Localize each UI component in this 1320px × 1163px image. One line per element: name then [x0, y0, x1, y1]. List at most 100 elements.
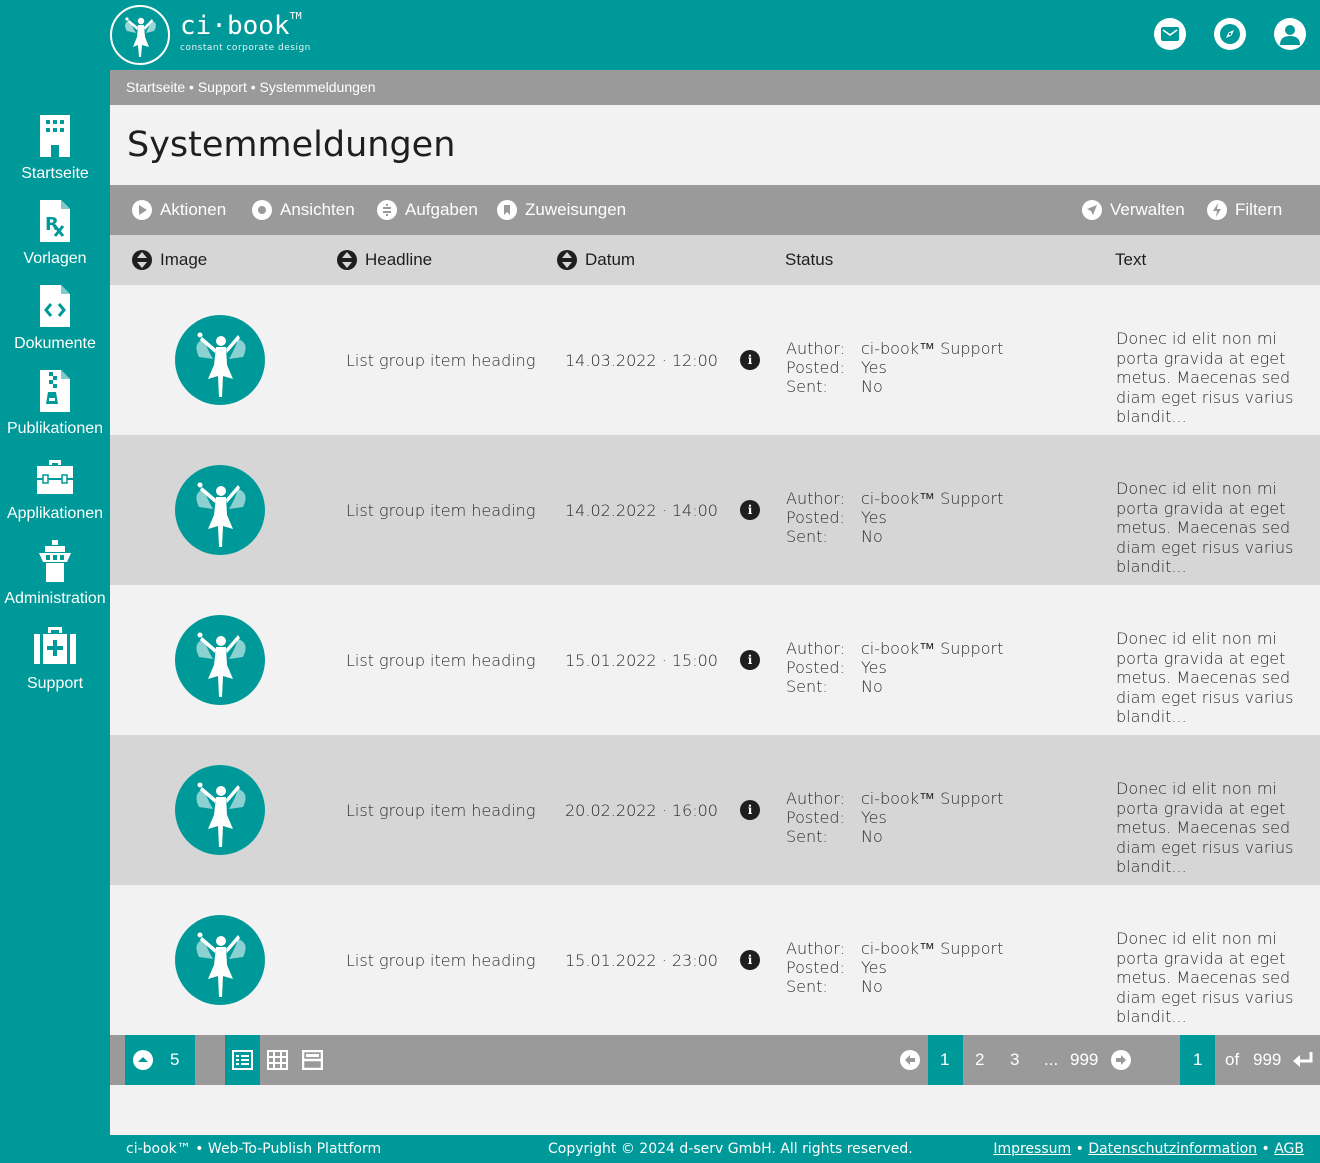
filter-menu-button[interactable]: Filtern [1207, 185, 1282, 235]
fairy-avatar-icon [175, 315, 265, 405]
table-row[interactable]: List group item heading 14.02.2022 · 14:… [110, 435, 1320, 585]
info-icon[interactable]: i [740, 350, 760, 370]
sent-label: Sent: [786, 977, 828, 996]
column-label: Status [785, 250, 834, 269]
page-jump-value: 1 [1193, 1050, 1203, 1069]
top-bar: ci·bookTM constant corporate design [0, 0, 1320, 70]
row-date: 15.01.2022 · 15:00 [565, 650, 718, 670]
datenschutz-link[interactable]: Datenschutzinformation [1088, 1141, 1257, 1157]
brand-logo[interactable]: ci·bookTM constant corporate design [110, 5, 320, 65]
sidebar-nav: Startseite R Vorlagen Dokumente Publikat… [0, 70, 110, 1163]
assignments-menu-button[interactable]: Zuweisungen [497, 185, 626, 235]
code-file-icon [40, 285, 70, 327]
info-icon[interactable]: i [740, 500, 760, 520]
sent-label: Sent: [786, 827, 828, 846]
author-label: Author: [786, 939, 845, 958]
sidebar-item-support[interactable]: Support [0, 625, 110, 710]
sidebar-item-applikationen[interactable]: Applikationen [0, 455, 110, 540]
row-status: Author: ci-book™ Support Posted: Yes Sent:… [786, 489, 1036, 546]
tasks-menu-button[interactable]: Aufgaben [377, 185, 478, 235]
row-headline: List group item heading [346, 950, 536, 970]
previous-page-icon[interactable] [900, 1050, 920, 1070]
sidebar-item-vorlagen[interactable]: R Vorlagen [0, 200, 110, 285]
footer-platform: ci-book™ • Web-To-Publish Plattform [126, 1141, 382, 1157]
breadcrumb[interactable]: Startseite • Support • Systemmeldungen [110, 70, 1320, 105]
author-label: Author: [786, 639, 845, 658]
sidebar-item-dokumente[interactable]: Dokumente [0, 285, 110, 370]
filter-label: Filtern [1235, 200, 1283, 219]
column-label: Image [160, 250, 208, 269]
posted-value: Yes [861, 958, 887, 977]
sent-label: Sent: [786, 677, 828, 696]
views-menu-button[interactable]: Ansichten [252, 185, 355, 235]
column-header-image[interactable]: Image [132, 235, 207, 285]
page-jump-input[interactable]: 1 [1180, 1035, 1215, 1085]
table-row[interactable]: List group item heading 15.01.2022 · 23:… [110, 885, 1320, 1035]
table-row[interactable]: List group item heading 14.03.2022 · 12:… [110, 285, 1320, 435]
split-view-icon[interactable] [302, 1050, 323, 1070]
sent-value: No [861, 677, 883, 696]
agb-link[interactable]: AGB [1274, 1141, 1304, 1157]
mail-icon[interactable] [1154, 18, 1186, 50]
fairy-logo-icon [110, 5, 170, 65]
posted-value: Yes [861, 658, 887, 677]
sidebar-item-label: Dokumente [14, 335, 96, 352]
row-headline: List group item heading [346, 650, 536, 670]
user-icon[interactable] [1274, 18, 1306, 50]
grid-view-icon[interactable] [267, 1050, 288, 1070]
footer-copyright: Copyright © 2024 d-serv GmbH. All rights… [548, 1141, 913, 1157]
sent-value: No [861, 377, 883, 396]
sort-icon [132, 250, 152, 270]
table-row[interactable]: List group item heading 20.02.2022 · 16:… [110, 735, 1320, 885]
next-page-icon[interactable] [1111, 1050, 1131, 1070]
tower-icon [39, 540, 71, 582]
sort-icon [337, 250, 357, 270]
sidebar-item-publikationen[interactable]: Publikationen [0, 370, 110, 455]
toolbox-icon [37, 460, 73, 494]
column-header-date[interactable]: Datum [557, 235, 635, 285]
enter-icon[interactable] [1292, 1050, 1314, 1070]
sidebar-item-administration[interactable]: Administration [0, 540, 110, 625]
column-header-headline[interactable]: Headline [337, 235, 432, 285]
views-label: Ansichten [280, 200, 355, 219]
page-number: 1 [940, 1050, 950, 1069]
posted-value: Yes [861, 508, 887, 527]
table-row[interactable]: List group item heading 15.01.2022 · 15:… [110, 585, 1320, 735]
footer-separator: • [1075, 1141, 1084, 1157]
page-button-1[interactable]: 1 [928, 1035, 963, 1085]
chevron-up-icon [133, 1050, 153, 1070]
page-button-3[interactable]: 3 [1010, 1035, 1019, 1085]
manage-menu-button[interactable]: Verwalten [1082, 185, 1185, 235]
sent-label: Sent: [786, 527, 828, 546]
impressum-link[interactable]: Impressum [993, 1141, 1071, 1157]
brand-tagline: constant corporate design [180, 43, 311, 53]
sidebar-item-label: Administration [4, 590, 106, 607]
row-text: Donec id elit non mi porta gravida at eg… [1116, 329, 1294, 426]
page-button-last[interactable]: 999 [1070, 1035, 1098, 1085]
tasks-icon [377, 200, 397, 220]
per-page-selector[interactable]: 5 [125, 1035, 195, 1085]
row-text: Donec id elit non mi porta gravida at eg… [1116, 629, 1294, 726]
row-date: 20.02.2022 · 16:00 [565, 800, 718, 820]
list-view-icon [232, 1050, 253, 1070]
row-headline: List group item heading [346, 800, 536, 820]
sent-value: No [861, 827, 883, 846]
row-text: Donec id elit non mi porta gravida at eg… [1116, 479, 1294, 576]
compass-icon[interactable] [1214, 18, 1246, 50]
building-icon [40, 115, 70, 157]
actions-menu-button[interactable]: Aktionen [132, 185, 226, 235]
tasks-label: Aufgaben [405, 200, 478, 219]
list-view-button[interactable] [225, 1035, 260, 1085]
sidebar-item-startseite[interactable]: Startseite [0, 115, 110, 200]
info-icon[interactable]: i [740, 800, 760, 820]
info-icon[interactable]: i [740, 650, 760, 670]
actions-label: Aktionen [160, 200, 227, 219]
author-value: ci-book™ Support [861, 939, 1004, 958]
footer-links: Impressum • Datenschutzinformation • AGB [993, 1135, 1304, 1163]
posted-value: Yes [861, 358, 887, 377]
info-icon[interactable]: i [740, 950, 760, 970]
page-button-2[interactable]: 2 [975, 1035, 984, 1085]
bolt-icon [1207, 200, 1227, 220]
row-status: Author: ci-book™ Support Posted: Yes Sent:… [786, 789, 1036, 846]
manage-label: Verwalten [1110, 200, 1185, 219]
